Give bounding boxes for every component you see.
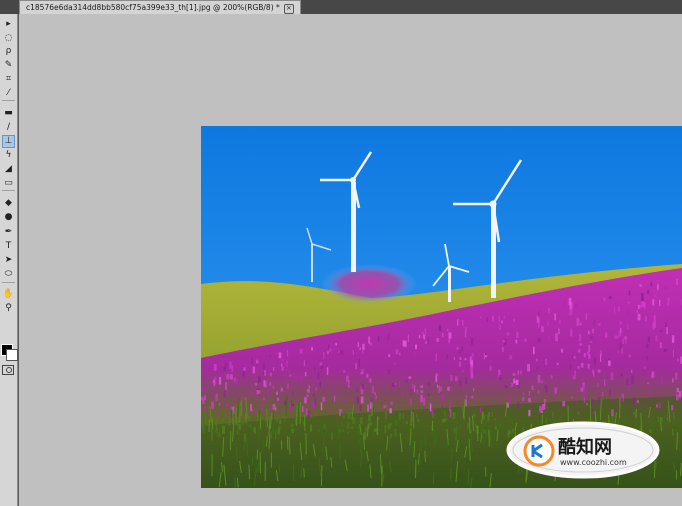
tools-panel: ▸ ◌ ρ ✎ ⌗ ⁄ ▬ ∕ ⊥ ϟ ◢ ▭ ◆ ● ✒ T ➤ ⬭ ✋ ⚲ (0, 14, 18, 506)
quick-selection-tool-icon[interactable]: ✎ (2, 59, 15, 72)
watermark-logo: 酷知网 www.coozhi.com (506, 421, 660, 479)
document-tab[interactable]: c18576e6da314dd8bb580cf75a399e33_th[1].j… (19, 0, 301, 14)
path-selection-tool-icon[interactable]: ➤ (2, 254, 15, 267)
document-tab-title: c18576e6da314dd8bb580cf75a399e33_th[1].j… (26, 3, 280, 12)
blur-tool-icon[interactable]: ◆ (2, 197, 15, 210)
move-tool-icon[interactable]: ▸ (2, 18, 15, 31)
pen-tool-icon[interactable]: ✒ (2, 226, 15, 239)
dodge-tool-icon[interactable]: ● (2, 211, 15, 224)
history-brush-tool-icon[interactable]: ϟ (2, 149, 15, 162)
background-color-swatch[interactable] (6, 349, 18, 361)
zoom-tool-icon[interactable]: ⚲ (2, 302, 15, 315)
shape-tool-icon[interactable]: ⬭ (2, 268, 15, 281)
quick-mask-icon[interactable] (2, 365, 14, 375)
crop-tool-icon[interactable]: ⌗ (2, 73, 15, 86)
tool-separator (2, 100, 15, 101)
gradient-tool-icon[interactable]: ▭ (2, 177, 15, 190)
tool-separator (2, 190, 15, 191)
watermark-brand: 酷知网 (558, 436, 612, 458)
eraser-tool-icon[interactable]: ◢ (2, 163, 15, 176)
document-tab-bar: c18576e6da314dd8bb580cf75a399e33_th[1].j… (0, 0, 682, 14)
watermark-url: www.coozhi.com (560, 458, 627, 467)
hand-tool-icon[interactable]: ✋ (2, 288, 15, 301)
eyedropper-tool-icon[interactable]: ⁄ (2, 87, 15, 100)
brush-tool-icon[interactable]: ∕ (2, 121, 15, 134)
marquee-tool-icon[interactable]: ◌ (2, 32, 15, 45)
tool-separator (2, 282, 15, 283)
lasso-tool-icon[interactable]: ρ (2, 45, 15, 58)
clone-stamp-tool-icon[interactable]: ⊥ (2, 135, 15, 148)
close-tab-icon[interactable]: × (283, 4, 294, 14)
type-tool-icon[interactable]: T (2, 240, 15, 253)
healing-brush-tool-icon[interactable]: ▬ (2, 107, 15, 120)
